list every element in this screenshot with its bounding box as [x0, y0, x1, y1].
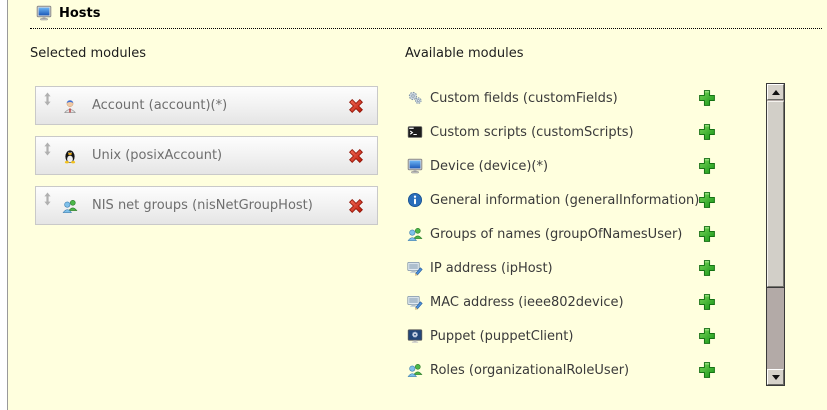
group-icon — [407, 362, 423, 378]
add-module-button[interactable] — [698, 191, 716, 209]
available-module-row: Device (device)(*) — [407, 156, 729, 176]
module-label: NIS net groups (nisNetGroupHost) — [92, 198, 313, 213]
add-module-button[interactable] — [698, 327, 716, 345]
remove-module-button[interactable] — [347, 97, 365, 115]
add-module-button[interactable] — [698, 123, 716, 141]
module-label: Unix (posixAccount) — [92, 148, 222, 163]
drag-handle-icon[interactable] — [42, 142, 53, 156]
page-left-border — [0, 0, 8, 410]
arrow-down-icon — [772, 375, 780, 380]
available-modules-label: Available modules — [405, 46, 523, 61]
add-module-button[interactable] — [698, 225, 716, 243]
selected-modules-label: Selected modules — [30, 46, 146, 61]
available-module-row: General information (generalInformation) — [407, 190, 729, 210]
add-module-button[interactable] — [698, 259, 716, 277]
available-module-row: Roles (organizationalRoleUser) — [407, 360, 729, 380]
computer-edit-icon — [407, 294, 423, 310]
module-selection-page: Hosts Selected modules Available modules… — [0, 0, 827, 410]
module-label: Custom fields (customFields) — [430, 91, 618, 106]
drag-handle-icon[interactable] — [42, 192, 53, 206]
arrow-up-icon — [772, 90, 780, 95]
module-label: Account (account)(*) — [92, 98, 227, 113]
gears-icon — [407, 90, 423, 106]
drag-handle-icon[interactable] — [42, 92, 53, 106]
selected-module-row[interactable]: NIS net groups (nisNetGroupHost) — [35, 186, 378, 225]
add-module-button[interactable] — [698, 293, 716, 311]
selected-module-row[interactable]: Unix (posixAccount) — [35, 136, 378, 175]
available-module-row: Puppet (puppetClient) — [407, 326, 729, 346]
module-label: MAC address (ieee802device) — [430, 295, 624, 310]
add-module-button[interactable] — [698, 157, 716, 175]
available-module-row: IP address (ipHost) — [407, 258, 729, 278]
available-module-row: MAC address (ieee802device) — [407, 292, 729, 312]
tux-penguin-icon — [62, 148, 78, 164]
section-header: Hosts — [30, 5, 822, 29]
module-label: Puppet (puppetClient) — [430, 329, 573, 344]
module-label: Groups of names (groupOfNamesUser) — [430, 227, 682, 242]
group-icon — [62, 198, 78, 214]
module-label: IP address (ipHost) — [430, 261, 553, 276]
scrollbar-thumb[interactable] — [767, 101, 784, 287]
scrollbar-track[interactable] — [767, 288, 784, 370]
remove-module-button[interactable] — [347, 197, 365, 215]
scrollbar[interactable] — [766, 83, 785, 386]
available-module-row: Groups of names (groupOfNamesUser) — [407, 224, 729, 244]
info-icon — [407, 192, 423, 208]
monitor-icon — [407, 158, 423, 174]
module-label: Device (device)(*) — [430, 159, 548, 174]
host-monitor-icon — [36, 5, 52, 21]
module-label: Custom scripts (customScripts) — [430, 125, 634, 140]
available-module-row: Custom fields (customFields) — [407, 88, 729, 108]
add-module-button[interactable] — [698, 89, 716, 107]
scroll-down-button[interactable] — [767, 369, 784, 385]
module-label: Roles (organizationalRoleUser) — [430, 363, 629, 378]
page-title: Hosts — [59, 6, 101, 21]
selected-module-row[interactable]: Account (account)(*) — [35, 86, 378, 125]
scroll-up-button[interactable] — [767, 84, 784, 100]
account-person-icon — [62, 98, 78, 114]
available-module-row: Custom scripts (customScripts) — [407, 122, 729, 142]
module-label: General information (generalInformation) — [430, 193, 699, 208]
remove-module-button[interactable] — [347, 147, 365, 165]
group-icon — [407, 226, 423, 242]
terminal-icon — [407, 124, 423, 140]
computer-edit-icon — [407, 260, 423, 276]
add-module-button[interactable] — [698, 361, 716, 379]
puppet-icon — [407, 328, 423, 344]
